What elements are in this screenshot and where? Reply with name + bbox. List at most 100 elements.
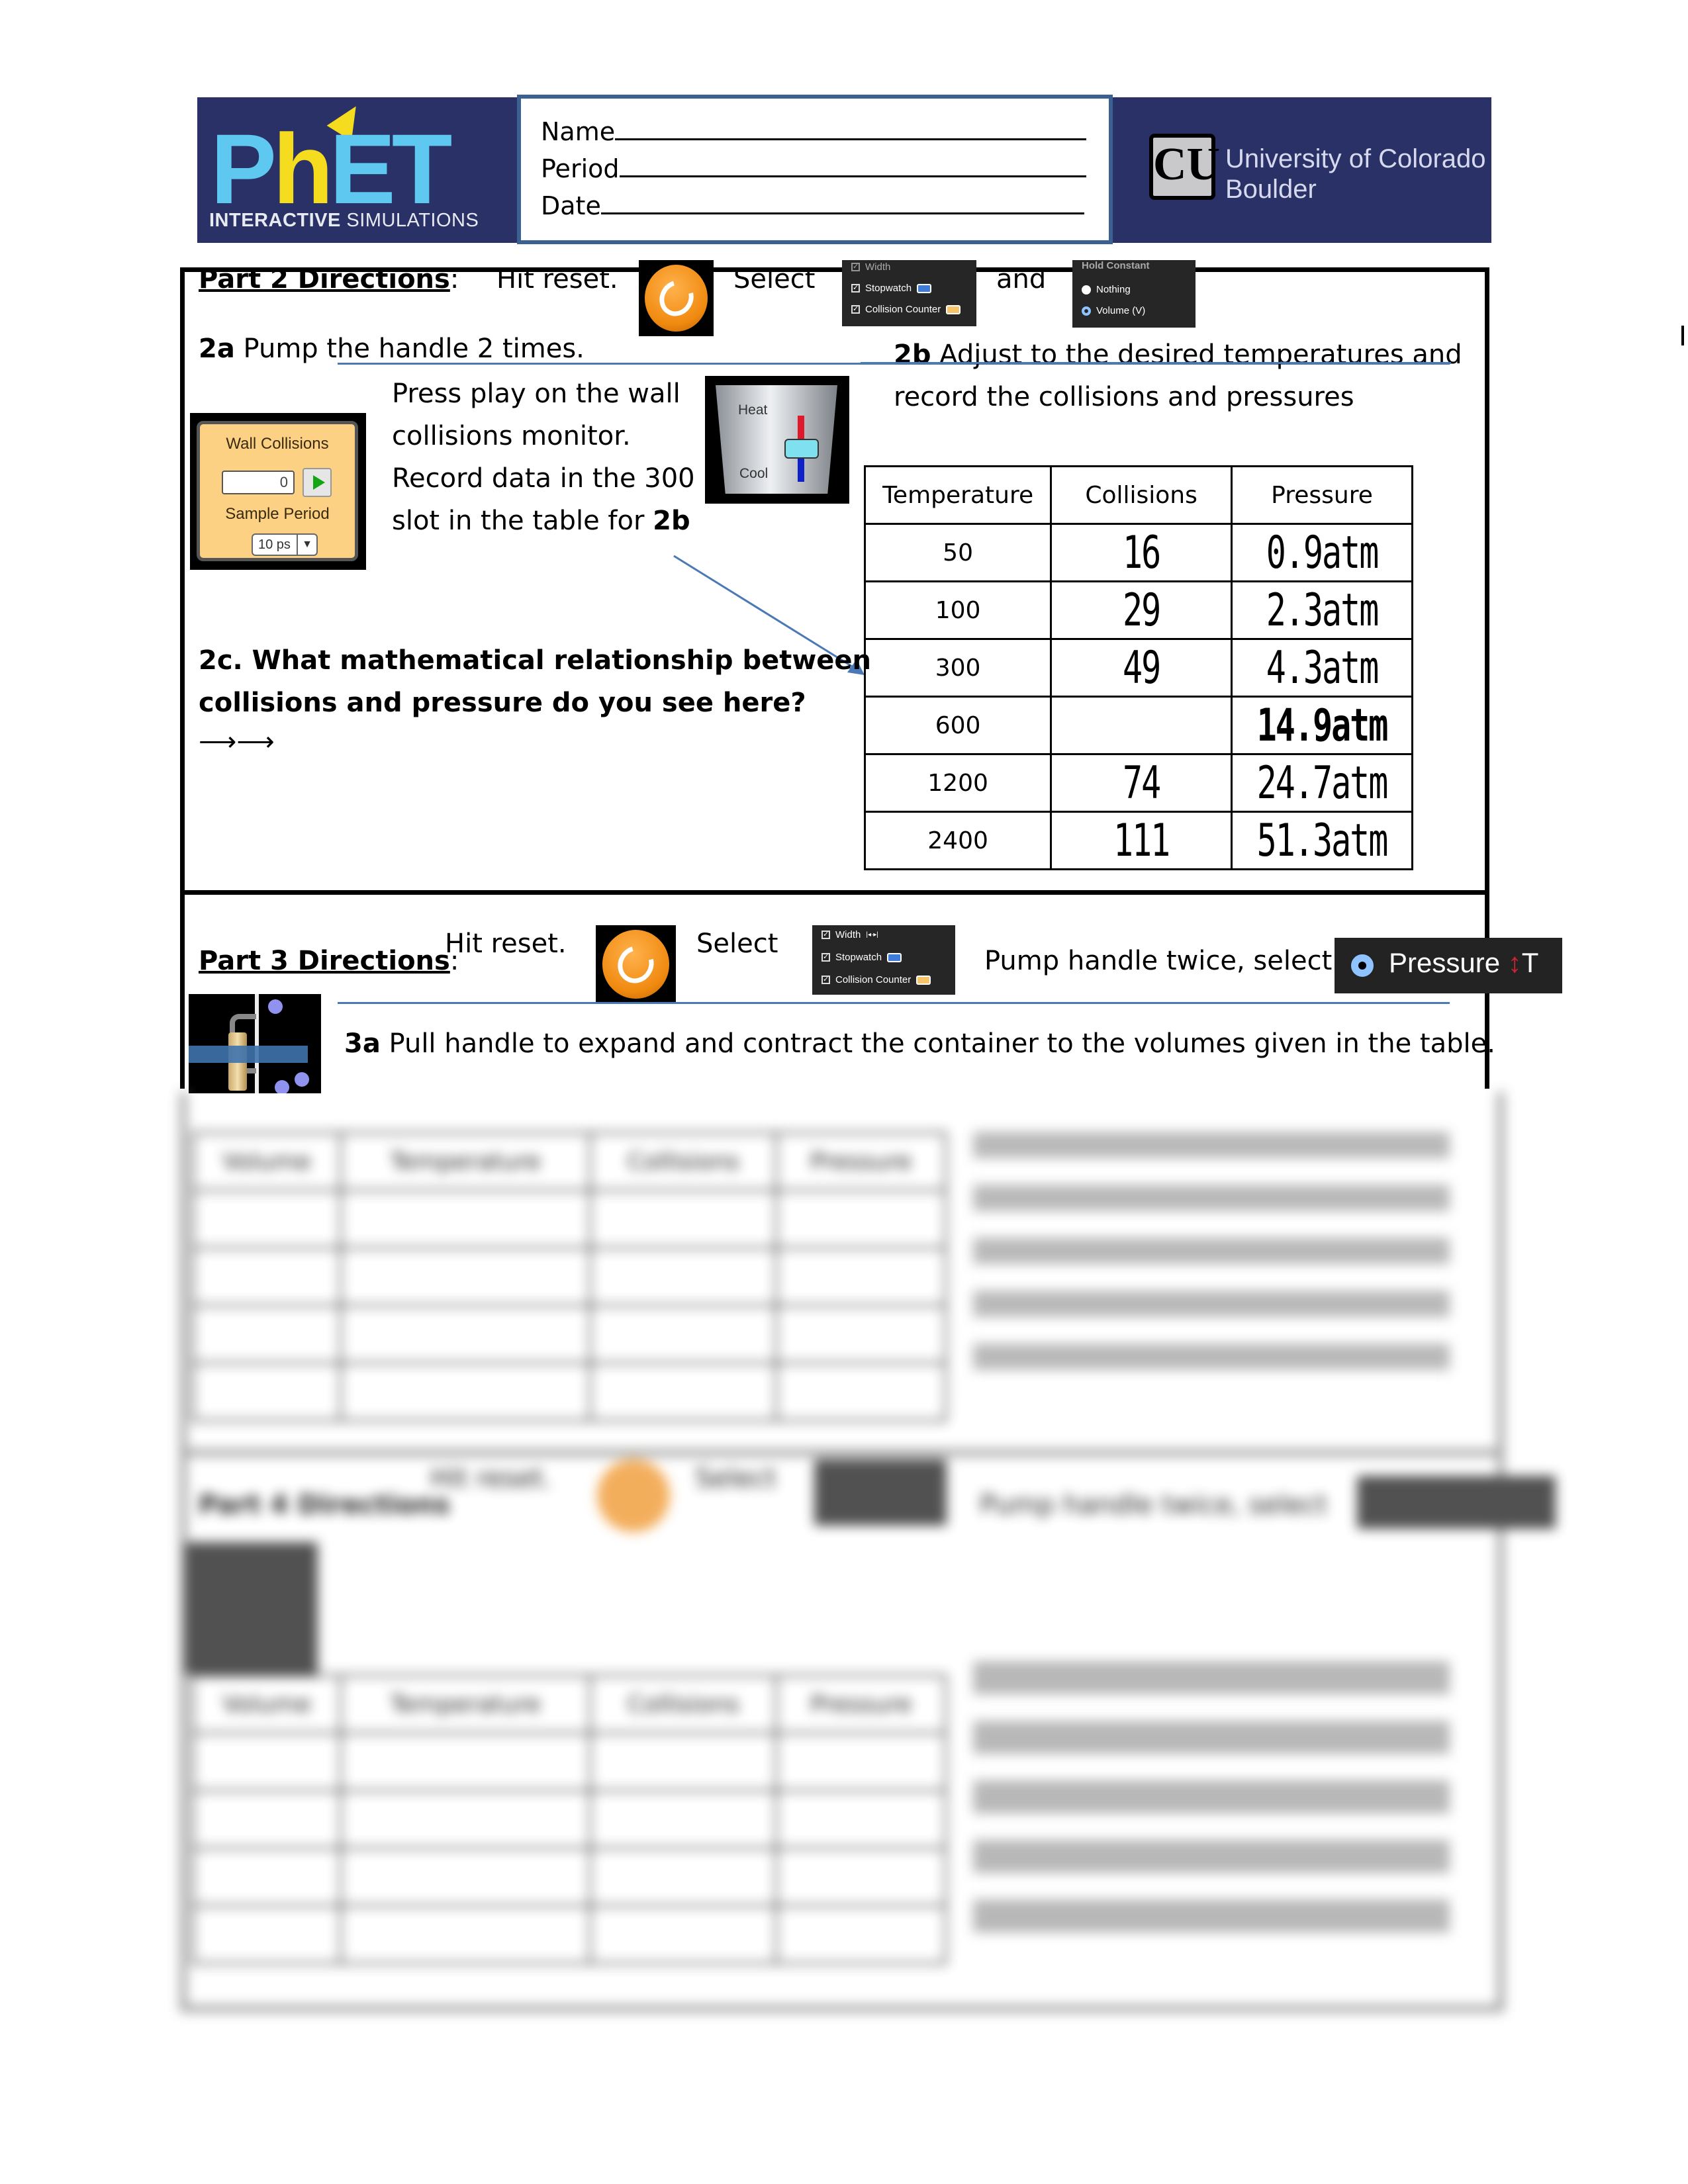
part2-options-panel: ✓ Width ✓ Stopwatch ✓ Collision Counter — [842, 260, 976, 326]
option-collision-counter: ✓ Collision Counter — [851, 304, 961, 315]
stopwatch-icon — [887, 952, 902, 962]
cell-collisions[interactable]: 74 — [1050, 753, 1233, 813]
wall-collisions-widget: Wall Collisions 0 Sample Period 10 ps ▼ — [190, 413, 366, 570]
part4-volume-table: Volume Temperature Collisions Pressure — [191, 1674, 947, 1964]
part2-and-text: and — [996, 264, 1047, 295]
pump-handle-text: Pump handle twice, select — [984, 946, 1333, 976]
q2b-text: 2b Adjust to the desired temperatures an… — [894, 340, 1462, 370]
table-row: 300 49 4.3atm — [863, 638, 1413, 698]
option-width: ✓ Width — [851, 261, 891, 273]
cell-temperature: 100 — [863, 580, 1053, 640]
table-row: 1200 74 24.7atm — [863, 753, 1413, 813]
page-edge-mark — [1681, 326, 1688, 345]
cell-collisions[interactable]: 111 — [1050, 811, 1233, 870]
cell-collisions[interactable]: 49 — [1050, 638, 1233, 698]
part4-title: Part 4 Directions — [199, 1490, 450, 1520]
option-width: ✓ Width |◂·▸| — [821, 929, 878, 940]
heat-cool-slider-icon — [784, 439, 819, 459]
part3-select-text: Select — [696, 929, 778, 959]
cell-temperature: 600 — [863, 696, 1053, 755]
pressure-option-chip: Pressure ↕T — [1335, 938, 1562, 993]
part3-title: Part 3 Directions: — [199, 946, 459, 976]
cool-label: Cool — [739, 466, 769, 481]
cell-pressure[interactable]: 24.7atm — [1231, 753, 1413, 813]
pump-handle-icon — [189, 994, 321, 1093]
checkbox-icon: ✓ — [821, 931, 830, 939]
option-stopwatch: ✓ Stopwatch — [851, 283, 932, 294]
hold-constant-panel: Hold Constant Nothing Volume (V) — [1072, 260, 1196, 328]
table-row: 50 16 0.9atm — [863, 523, 1413, 582]
up-down-arrow-icon: ↕ — [1507, 947, 1522, 978]
radio-selected-icon — [1349, 952, 1376, 979]
collision-counter-icon — [946, 304, 961, 314]
part2-title: Part 2 Directions: — [199, 264, 459, 295]
cell-pressure[interactable]: 2.3atm — [1231, 580, 1413, 640]
play-icon — [303, 468, 332, 497]
radio-selected-icon — [1082, 306, 1091, 316]
cell-temperature: 300 — [863, 638, 1053, 698]
checkbox-icon: ✓ — [851, 305, 860, 314]
collision-counter-icon — [916, 975, 931, 985]
option-collision-counter: ✓ Collision Counter — [821, 974, 931, 985]
checkbox-icon: ✓ — [821, 953, 830, 962]
q2b-text-line2: record the collisions and pressures — [894, 382, 1354, 412]
divider-line — [861, 362, 1451, 364]
sample-period-label: Sample Period — [225, 505, 330, 523]
cu-monogram-icon: CU — [1149, 134, 1220, 200]
wall-collisions-label: Wall Collisions — [226, 435, 329, 453]
heat-label: Heat — [738, 402, 768, 418]
radio-unselected-icon — [1082, 285, 1091, 295]
stopwatch-icon — [917, 283, 932, 293]
cell-temperature: 50 — [863, 523, 1053, 582]
cell-temperature: 1200 — [863, 753, 1053, 813]
table-row: 600 14.9atm — [863, 696, 1413, 755]
double-arrow-icon: ⟶⟶ — [199, 727, 275, 756]
sample-period-select: 10 ps ▼ — [252, 533, 318, 556]
phet-subtitle: INTERACTIVE SIMULATIONS — [209, 210, 479, 231]
reset-button-icon — [597, 1459, 670, 1532]
university-name: University of Colorado Boulder — [1225, 144, 1486, 204]
part3-volume-table: Volume Temperature Collisions Pressure — [191, 1132, 947, 1422]
col-header-collisions: Collisions — [1050, 465, 1233, 525]
option-nothing: Nothing — [1082, 284, 1131, 295]
monitor-instructions: Press play on the wall collisions monito… — [392, 379, 695, 536]
cell-collisions[interactable]: 29 — [1050, 580, 1233, 640]
q2c-question: 2c. What mathematical relationship betwe… — [199, 645, 872, 718]
option-volume: Volume (V) — [1082, 305, 1145, 316]
col-header-pressure: Pressure — [1231, 465, 1413, 525]
temperature-data-table: Temperature Collisions Pressure 50 16 0.9a… — [863, 465, 1413, 870]
table-row: 2400 111 51.3atm — [863, 811, 1413, 870]
reset-button-icon — [639, 260, 714, 336]
cell-pressure[interactable]: 51.3atm — [1231, 811, 1413, 870]
option-stopwatch: ✓ Stopwatch — [821, 952, 902, 963]
cell-collisions[interactable]: 16 — [1050, 523, 1233, 582]
student-info-box: Name Period Date — [517, 95, 1113, 244]
cell-pressure[interactable]: 14.9atm — [1231, 696, 1413, 755]
cell-collisions[interactable] — [1050, 696, 1233, 755]
phet-wordmark: PhET — [211, 113, 452, 224]
table-header-row: Temperature Collisions Pressure — [863, 465, 1413, 525]
part2-hit-reset-text: Hit reset. — [496, 264, 618, 295]
divider-line — [338, 1002, 1450, 1004]
cell-pressure[interactable]: 0.9atm — [1231, 523, 1413, 582]
date-field[interactable]: Date — [541, 191, 1084, 220]
checkbox-icon: ✓ — [821, 976, 830, 984]
collision-count-field: 0 — [222, 471, 295, 494]
heater-cooler-image: Heat Cool — [705, 376, 849, 504]
table-row: 100 29 2.3atm — [863, 580, 1413, 640]
name-field[interactable]: Name — [541, 117, 1087, 146]
q2a-text: 2a Pump the handle 2 times. — [199, 334, 585, 364]
cell-temperature: 2400 — [863, 811, 1053, 870]
caret-down-icon: ▼ — [297, 535, 316, 555]
q3a-text: 3a Pull handle to expand and contract th… — [344, 1028, 1495, 1059]
part2-select-text: Select — [733, 264, 816, 295]
checkbox-icon: ✓ — [851, 284, 860, 293]
hold-constant-title: Hold Constant — [1082, 260, 1150, 271]
blurred-preview-region: Volume Temperature Collisions Pressure Part… — [152, 1092, 1595, 2105]
period-field[interactable]: Period — [541, 154, 1086, 183]
col-header-temperature: Temperature — [863, 465, 1053, 525]
reset-button-icon — [596, 925, 676, 1003]
part3-options-panel: ✓ Width |◂·▸| ✓ Stopwatch ✓ Collision Counte… — [812, 925, 955, 995]
cell-pressure[interactable]: 4.3atm — [1231, 638, 1413, 698]
cu-boulder-logo: CU University of Colorado Boulder — [1113, 97, 1491, 243]
